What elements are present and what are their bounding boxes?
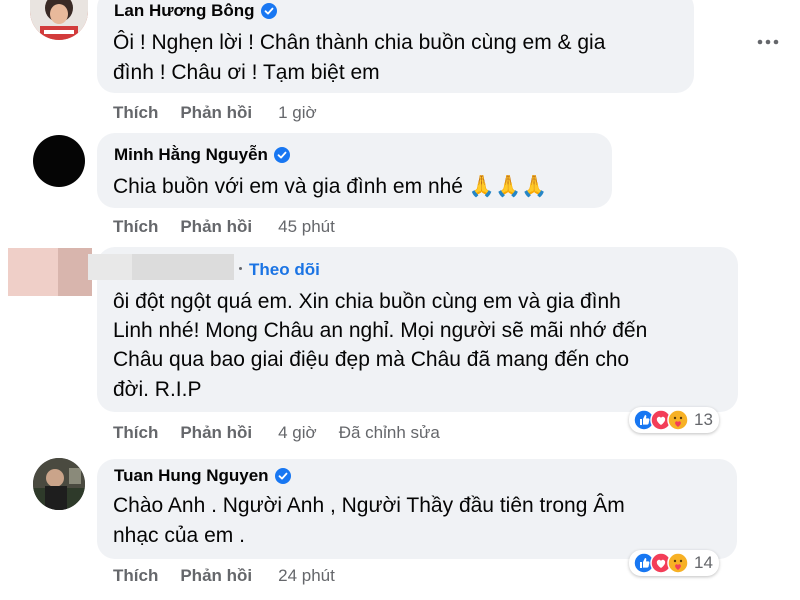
comment-timestamp[interactable]: 24 phút [278,566,335,586]
comment-text: Châu qua bao giai điệu đẹp mà Châu đã ma… [113,348,630,371]
comment-timestamp[interactable]: 1 giờ [278,103,317,123]
comment-text: Ôi ! Nghẹn lời ! Chân thành chia buồn cù… [113,31,606,54]
verified-badge-icon [260,3,277,19]
avatar[interactable] [30,0,88,40]
blurred-avatar [8,248,92,296]
follow-button[interactable]: Theo dõi [249,260,320,280]
comment-text: Linh nhé! Mong Châu an nghỉ. Mọi người s… [113,319,648,342]
comment-actions: Thích Phản hồi 24 phút [113,566,335,586]
like-button[interactable]: Thích [113,423,158,443]
edited-label[interactable]: Đã chỉnh sửa [339,423,440,443]
separator-dot [239,267,242,270]
avatar[interactable] [33,135,85,187]
verified-badge-icon [274,468,291,484]
verified-badge-icon [273,147,290,163]
comment-text: Chào Anh . Người Anh , Người Thầy đầu ti… [113,494,625,517]
comment-actions: Thích Phản hồi 4 giờ Đã chỉnh sửa [113,423,440,443]
comment-timestamp[interactable]: 45 phút [278,217,335,237]
care-icon [667,552,689,574]
reply-button[interactable]: Phản hồi [180,217,252,237]
comment-author[interactable]: Tuan Hung Nguyen [114,466,291,486]
like-button[interactable]: Thích [113,566,158,586]
reply-button[interactable]: Phản hồi [180,566,252,586]
reaction-count: 14 [694,553,713,572]
comment-text: Chia buồn với em và gia đình em nhé 🙏🙏🙏 [113,175,548,198]
comment-author[interactable]: Lan Hương Bông [114,1,277,21]
avatar[interactable] [33,458,85,510]
author-name[interactable]: Minh Hằng Nguyễn [114,145,268,165]
comment-text: nhạc của em . [113,524,245,547]
comment-text: đình ! Châu ơi ! Tạm biệt em [113,61,380,84]
more-options-icon[interactable] [756,36,780,48]
comment-timestamp[interactable]: 4 giờ [278,423,317,443]
comment-actions: Thích Phản hồi 1 giờ [113,103,317,123]
like-button[interactable]: Thích [113,103,158,123]
reply-button[interactable]: Phản hồi [180,423,252,443]
reactions-summary[interactable]: 13 [629,407,719,433]
reaction-count: 13 [694,410,713,429]
comment-text: đời. R.I.P [113,378,202,401]
author-name[interactable]: Tuan Hung Nguyen [114,466,269,486]
reactions-summary[interactable]: 14 [629,550,719,576]
author-name[interactable]: Lan Hương Bông [114,1,255,21]
comment-text: ôi đột ngột quá em. Xin chia buồn cùng e… [113,290,621,313]
blurred-author-name [88,254,234,280]
reply-button[interactable]: Phản hồi [180,103,252,123]
comment-author[interactable]: Minh Hằng Nguyễn [114,145,290,165]
comment-actions: Thích Phản hồi 45 phút [113,217,335,237]
like-button[interactable]: Thích [113,217,158,237]
care-icon [667,409,689,431]
